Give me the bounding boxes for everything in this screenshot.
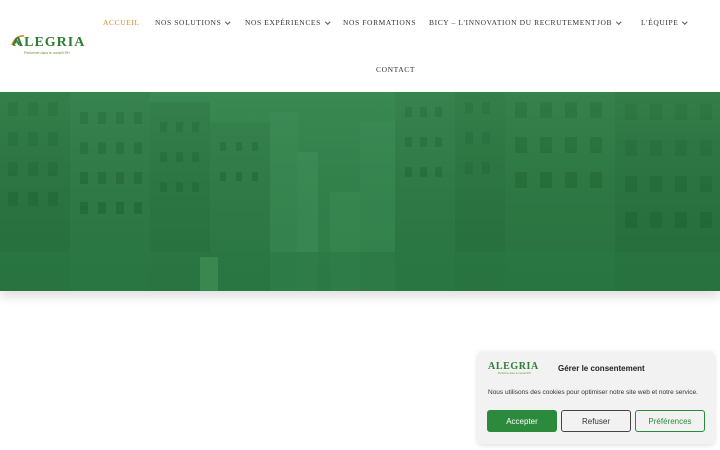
nav-item-label: ACCUEIL	[103, 18, 140, 27]
logo-word: ALEGRIA	[488, 361, 539, 372]
cookie-consent-banner: ALEGRIA Performer dans le conseil RH Gér…	[478, 352, 714, 444]
site-header: ALEGRIA Performer dans le conseil RH ACC…	[0, 0, 712, 92]
nav-item-nos-solutions[interactable]: NOS SOLUTIONS	[155, 18, 231, 27]
city-buildings-image	[0, 92, 720, 291]
accept-cookies-button[interactable]: Accepter	[487, 410, 557, 432]
nav-item-equipe[interactable]: L'ÉQUIPE	[641, 18, 688, 27]
nav-item-nos-experiences[interactable]: NOS EXPÉRIENCES	[245, 18, 331, 27]
cookie-banner-title: Gérer le consentement	[558, 364, 645, 373]
cookie-banner-logo: ALEGRIA Performer dans le conseil RH	[488, 361, 538, 377]
header-edge	[712, 0, 720, 46]
nav-item-label: BICY – L'INNOVATION DU RECRUTEMENT	[429, 18, 597, 27]
chevron-down-icon	[325, 18, 331, 24]
nav-item-contact[interactable]: CONTACT	[376, 65, 415, 74]
nav-item-accueil[interactable]: ACCUEIL	[103, 18, 140, 27]
nav-item-job[interactable]: JOB	[597, 18, 622, 27]
chevron-down-icon	[225, 18, 231, 24]
main-navigation: ACCUEIL NOS SOLUTIONS NOS EXPÉRIENCES NO…	[0, 0, 712, 92]
refuse-cookies-button[interactable]: Refuser	[561, 410, 631, 432]
logo-tagline: Performer dans le conseil RH	[498, 372, 531, 375]
chevron-down-icon	[616, 18, 622, 24]
nav-item-label: CONTACT	[376, 65, 416, 74]
cookie-preferences-button[interactable]: Préférences	[635, 410, 705, 432]
cookie-banner-message: Nous utilisons des cookies pour optimise…	[488, 389, 698, 396]
nav-item-label: JOB	[597, 18, 613, 27]
nav-item-nos-formations[interactable]: NOS FORMATIONS	[343, 18, 416, 27]
nav-item-label: NOS FORMATIONS	[343, 18, 417, 27]
chevron-down-icon	[682, 18, 688, 24]
nav-item-bicy[interactable]: BICY – L'INNOVATION DU RECRUTEMENT	[429, 18, 596, 27]
nav-item-label: NOS EXPÉRIENCES	[245, 18, 321, 27]
nav-item-label: NOS SOLUTIONS	[155, 18, 222, 27]
nav-item-label: L'ÉQUIPE	[641, 18, 679, 27]
hero-banner	[0, 92, 720, 291]
